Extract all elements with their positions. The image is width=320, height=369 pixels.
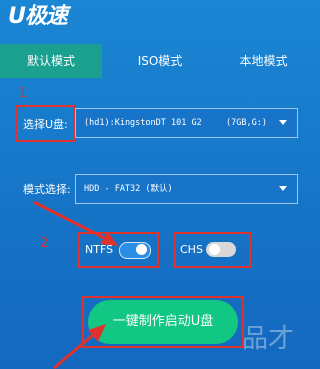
annotation-arrow-icon [53,324,106,369]
chevron-down-icon [279,186,287,191]
chevron-down-icon [279,120,287,125]
ntfs-toggle[interactable] [119,242,151,259]
mode-tabs: 默认模式 ISO模式 本地模式 [0,44,309,78]
chs-toggle[interactable] [206,242,236,257]
logo-text: U极速 [8,4,68,29]
annotation-number-1: 1 [19,86,28,101]
disk-select-label: 选择U盘: [23,118,68,131]
tab-local-mode[interactable]: 本地模式 [218,44,309,78]
tab-default-mode[interactable]: 默认模式 [0,44,102,78]
annotation-number-2: 2 [40,236,49,251]
mode-select-label: 模式选择: [23,183,71,196]
chs-toggle-knob [209,244,220,255]
disk-select-value: (hd1):KingstonDT 101 G2 [84,118,202,128]
app-logo: U极速 [8,2,72,32]
ntfs-toggle-knob [136,244,147,255]
disk-select[interactable]: (hd1):KingstonDT 101 G2 (7GB,G:) [75,108,298,138]
disk-size-text: (7GB,G:) [226,118,267,128]
watermark-text: 品才 [242,324,295,354]
ntfs-label: NTFS [85,243,114,256]
chs-label: CHS [180,243,203,256]
tab-iso-mode[interactable]: ISO模式 [110,44,210,78]
